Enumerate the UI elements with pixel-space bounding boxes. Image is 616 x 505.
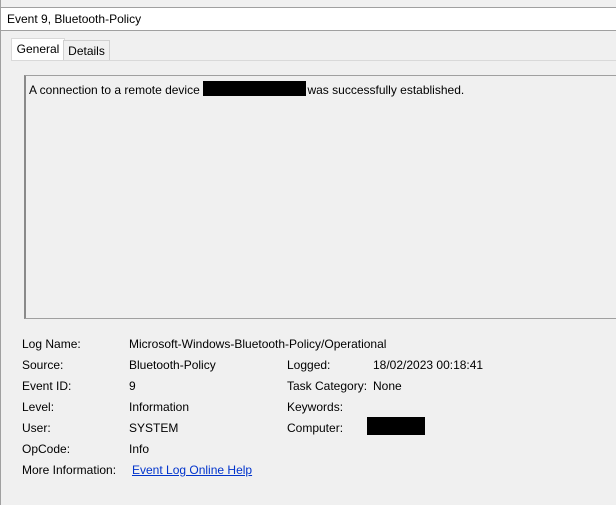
user-label: User:	[22, 421, 51, 435]
event-message: A connection to a remote device was succ…	[29, 81, 464, 97]
event-log-help-link[interactable]: Event Log Online Help	[132, 463, 252, 477]
computer-label: Computer:	[287, 421, 344, 435]
log-name-label: Log Name:	[22, 337, 81, 351]
level-value: Information	[129, 400, 190, 414]
tab-general[interactable]: General	[11, 38, 65, 61]
opcode-value: Info	[129, 442, 150, 456]
tab-general-label: General	[16, 42, 60, 56]
event-id-label: Event ID:	[22, 379, 72, 393]
opcode-label: OpCode:	[22, 442, 71, 456]
redacted-computer-name	[367, 417, 425, 435]
task-category-value: None	[373, 379, 402, 393]
user-value: SYSTEM	[129, 421, 179, 435]
logged-value: 18/02/2023 00:18:41	[373, 358, 484, 372]
keywords-label: Keywords:	[287, 400, 344, 414]
tab-strip-border	[11, 60, 616, 61]
source-label: Source:	[22, 358, 64, 372]
source-value: Bluetooth-Policy	[129, 358, 216, 372]
window-title: Event 9, Bluetooth-Policy	[7, 12, 142, 26]
log-name-value: Microsoft-Windows-Bluetooth-Policy/Opera…	[129, 337, 387, 351]
window-frame-left	[0, 0, 1, 505]
tab-details-label: Details	[68, 44, 105, 58]
task-category-label: Task Category:	[287, 379, 368, 393]
message-text-after: was successfully established.	[307, 83, 465, 97]
event-id-value: 9	[129, 379, 136, 393]
title-bar: Event 9, Bluetooth-Policy	[1, 8, 616, 31]
tab-details[interactable]: Details	[63, 40, 110, 61]
more-info-label: More Information:	[22, 463, 117, 477]
event-message-box[interactable]: A connection to a remote device was succ…	[24, 75, 616, 319]
level-label: Level:	[22, 400, 55, 414]
logged-label: Logged:	[287, 358, 331, 372]
message-text-before: A connection to a remote device	[29, 83, 200, 97]
redacted-device-name	[203, 81, 307, 96]
